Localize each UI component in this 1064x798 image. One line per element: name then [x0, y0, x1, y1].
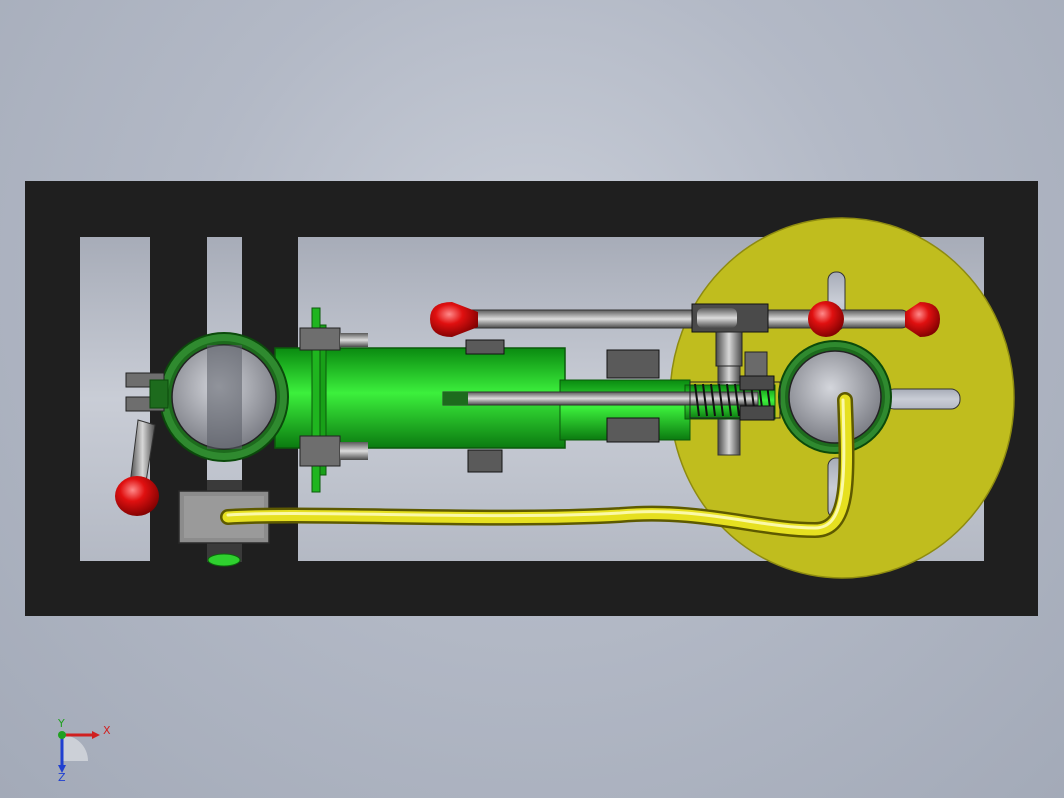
y-axis-dot: [58, 731, 66, 739]
y-axis-label: Y: [57, 717, 65, 730]
model-view[interactable]: [0, 0, 1064, 798]
z-axis-label: Z: [58, 771, 66, 784]
mount-foot: [207, 553, 241, 567]
piston-rod[interactable]: [442, 391, 759, 406]
coordinate-triad[interactable]: X Y Z: [40, 715, 130, 785]
x-axis-label: X: [103, 724, 111, 737]
cad-viewport[interactable]: X Y Z: [0, 0, 1064, 798]
right-ring-clamp[interactable]: [778, 340, 892, 454]
